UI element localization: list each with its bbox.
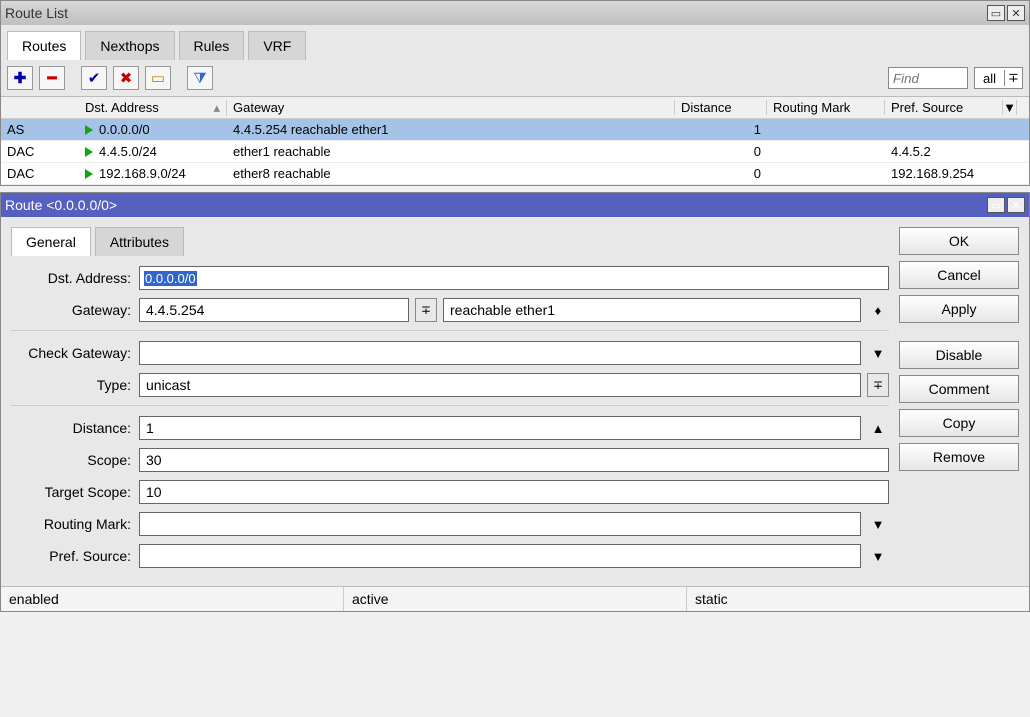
gateway-input[interactable] bbox=[139, 298, 409, 322]
pref-source-input[interactable] bbox=[139, 544, 861, 568]
cell-psrc: 4.4.5.2 bbox=[885, 144, 1003, 159]
gateway-status bbox=[443, 298, 861, 322]
target-scope-input[interactable] bbox=[139, 480, 889, 504]
route-list-tabs: Routes Nexthops Rules VRF bbox=[1, 25, 1029, 60]
status-static: static bbox=[687, 587, 1029, 611]
route-list-titlebar: Route List ▭ ✕ bbox=[1, 1, 1029, 25]
table-row[interactable]: DAC192.168.9.0/24ether8 reachable0 192.16… bbox=[1, 163, 1029, 185]
col-more[interactable]: ▼ bbox=[1003, 100, 1017, 115]
cell-flags: DAC bbox=[1, 166, 79, 181]
remove-detail-button[interactable]: Remove bbox=[899, 443, 1019, 471]
cell-distance: 0 bbox=[675, 166, 767, 181]
detail-minimize-button[interactable]: ▭ bbox=[987, 197, 1005, 213]
cell-dst: 192.168.9.0/24 bbox=[79, 166, 227, 181]
cell-dst: 0.0.0.0/0 bbox=[79, 122, 227, 137]
distance-input[interactable] bbox=[139, 416, 861, 440]
minimize-button[interactable]: ▭ bbox=[987, 5, 1005, 21]
status-active: active bbox=[344, 587, 687, 611]
route-list-toolbar: ✚ ━ ✔ ✖ ▭ ⧩ all ∓ bbox=[1, 60, 1029, 96]
route-detail-titlebar: Route <0.0.0.0/0> ▭ ✕ bbox=[1, 193, 1029, 217]
check-gateway-input[interactable] bbox=[139, 341, 861, 365]
cell-flags: DAC bbox=[1, 144, 79, 159]
label-pref-source: Pref. Source: bbox=[11, 548, 139, 564]
filter-dropdown[interactable]: all ∓ bbox=[974, 67, 1023, 89]
scope-input[interactable] bbox=[139, 448, 889, 472]
type-input[interactable] bbox=[139, 373, 861, 397]
label-distance: Distance: bbox=[11, 420, 139, 436]
type-dropdown-icon[interactable]: ∓ bbox=[867, 373, 889, 397]
disable-button[interactable]: ✖ bbox=[113, 66, 139, 90]
table-row[interactable]: DAC4.4.5.0/24ether1 reachable0 4.4.5.2 bbox=[1, 141, 1029, 163]
cell-psrc: 192.168.9.254 bbox=[885, 166, 1003, 181]
enable-button[interactable]: ✔ bbox=[81, 66, 107, 90]
cancel-button[interactable]: Cancel bbox=[899, 261, 1019, 289]
status-enabled: enabled bbox=[1, 587, 344, 611]
gateway-dropdown-icon[interactable]: ∓ bbox=[415, 298, 437, 322]
col-psrc[interactable]: Pref. Source bbox=[885, 100, 1003, 115]
filter-button[interactable]: ⧩ bbox=[187, 66, 213, 90]
cell-flags: AS bbox=[1, 122, 79, 137]
cell-distance: 0 bbox=[675, 144, 767, 159]
apply-button[interactable]: Apply bbox=[899, 295, 1019, 323]
route-detail-buttons: OK Cancel Apply Disable Comment Copy Rem… bbox=[899, 227, 1019, 576]
tab-routes[interactable]: Routes bbox=[7, 31, 81, 60]
label-routing-mark: Routing Mark: bbox=[11, 516, 139, 532]
label-dst-address: Dst. Address: bbox=[11, 270, 139, 286]
tab-rules[interactable]: Rules bbox=[179, 31, 245, 60]
comment-button[interactable]: ▭ bbox=[145, 66, 171, 90]
dst-address-input[interactable]: 0.0.0.0/0 bbox=[139, 266, 889, 290]
label-target-scope: Target Scope: bbox=[11, 484, 139, 500]
route-detail-tabs: General Attributes bbox=[11, 227, 889, 256]
check-gateway-expand-icon[interactable]: ▼ bbox=[867, 346, 889, 361]
copy-button[interactable]: Copy bbox=[899, 409, 1019, 437]
tab-attributes[interactable]: Attributes bbox=[95, 227, 184, 256]
col-gateway[interactable]: Gateway bbox=[227, 100, 675, 115]
filter-value: all bbox=[975, 71, 1004, 86]
route-detail-form: General Attributes Dst. Address: 0.0.0.0… bbox=[11, 227, 889, 576]
label-type: Type: bbox=[11, 377, 139, 393]
cell-dst: 4.4.5.0/24 bbox=[79, 144, 227, 159]
close-button[interactable]: ✕ bbox=[1007, 5, 1025, 21]
label-gateway: Gateway: bbox=[11, 302, 139, 318]
table-row[interactable]: AS0.0.0.0/04.4.5.254 reachable ether11 bbox=[1, 119, 1029, 141]
col-dst[interactable]: Dst. Address▴ bbox=[79, 100, 227, 116]
find-input[interactable] bbox=[888, 67, 968, 89]
route-list-title: Route List bbox=[5, 5, 68, 21]
route-detail-body: General Attributes Dst. Address: 0.0.0.0… bbox=[1, 217, 1029, 586]
dropdown-arrow-icon: ∓ bbox=[1004, 70, 1022, 86]
comment-detail-button[interactable]: Comment bbox=[899, 375, 1019, 403]
remove-button[interactable]: ━ bbox=[39, 66, 65, 90]
tab-nexthops[interactable]: Nexthops bbox=[85, 31, 174, 60]
cell-distance: 1 bbox=[675, 122, 767, 137]
label-check-gateway: Check Gateway: bbox=[11, 345, 139, 361]
route-detail-window: Route <0.0.0.0/0> ▭ ✕ General Attributes… bbox=[0, 192, 1030, 612]
cell-gateway: ether8 reachable bbox=[227, 166, 675, 181]
pref-source-expand-icon[interactable]: ▼ bbox=[867, 549, 889, 564]
active-route-icon bbox=[85, 169, 93, 179]
route-detail-title: Route <0.0.0.0/0> bbox=[5, 197, 117, 213]
active-route-icon bbox=[85, 125, 93, 135]
table-body: AS0.0.0.0/04.4.5.254 reachable ether11DA… bbox=[1, 119, 1029, 185]
tab-general[interactable]: General bbox=[11, 227, 91, 256]
disable-button[interactable]: Disable bbox=[899, 341, 1019, 369]
route-table: Dst. Address▴ Gateway Distance Routing M… bbox=[1, 96, 1029, 185]
gateway-add-icon[interactable]: ♦ bbox=[867, 303, 889, 318]
col-rmark[interactable]: Routing Mark bbox=[767, 100, 885, 115]
routing-mark-expand-icon[interactable]: ▼ bbox=[867, 517, 889, 532]
label-scope: Scope: bbox=[11, 452, 139, 468]
cell-gateway: ether1 reachable bbox=[227, 144, 675, 159]
active-route-icon bbox=[85, 147, 93, 157]
add-button[interactable]: ✚ bbox=[7, 66, 33, 90]
cell-gateway: 4.4.5.254 reachable ether1 bbox=[227, 122, 675, 137]
ok-button[interactable]: OK bbox=[899, 227, 1019, 255]
detail-close-button[interactable]: ✕ bbox=[1007, 197, 1025, 213]
tab-vrf[interactable]: VRF bbox=[248, 31, 306, 60]
table-header: Dst. Address▴ Gateway Distance Routing M… bbox=[1, 97, 1029, 119]
route-detail-status: enabled active static bbox=[1, 586, 1029, 611]
distance-collapse-icon[interactable]: ▲ bbox=[867, 421, 889, 436]
col-distance[interactable]: Distance bbox=[675, 100, 767, 115]
route-list-window: Route List ▭ ✕ Routes Nexthops Rules VRF… bbox=[0, 0, 1030, 186]
routing-mark-input[interactable] bbox=[139, 512, 861, 536]
